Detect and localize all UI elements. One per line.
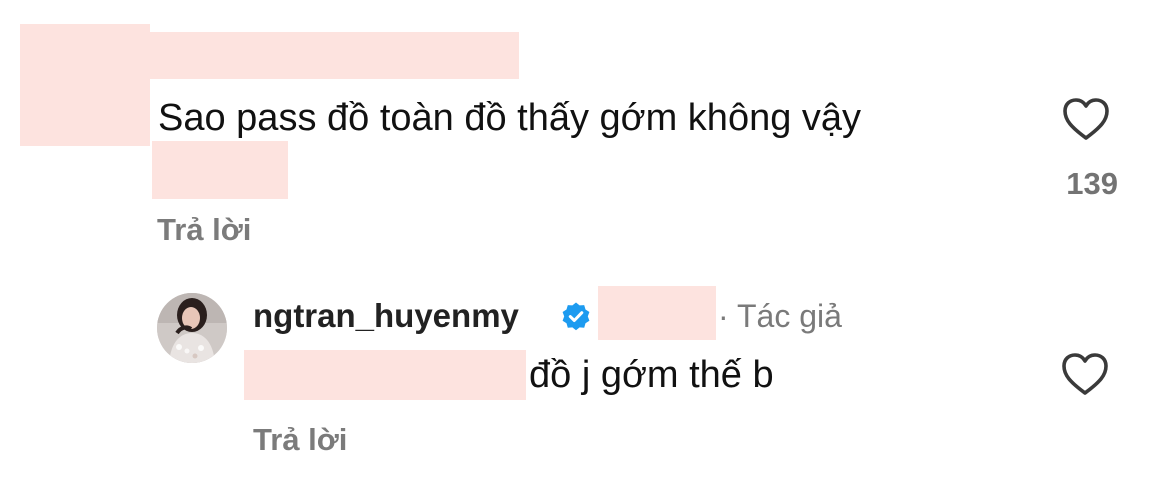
verified-badge-icon: [560, 301, 592, 333]
redacted-username: [146, 32, 519, 79]
redacted-avatar: [20, 24, 150, 146]
avatar[interactable]: [157, 293, 227, 363]
reply-text: đồ j gớm thế b: [529, 354, 774, 396]
like-count: 139: [1066, 166, 1118, 201]
username[interactable]: ngtran_huyenmy: [253, 297, 519, 335]
redacted-mention: [244, 350, 526, 400]
redacted-content: [152, 141, 288, 199]
author-tag: · Tác giả: [718, 298, 842, 334]
comment-text: Sao pass đồ toàn đồ thấy gớm không vậy: [158, 97, 862, 139]
redacted-timestamp: [598, 286, 716, 340]
heart-outline-icon[interactable]: [1060, 351, 1110, 397]
reply-button[interactable]: Trả lời: [157, 212, 251, 248]
heart-outline-icon[interactable]: [1061, 96, 1111, 142]
reply-button[interactable]: Trả lời: [253, 422, 347, 458]
